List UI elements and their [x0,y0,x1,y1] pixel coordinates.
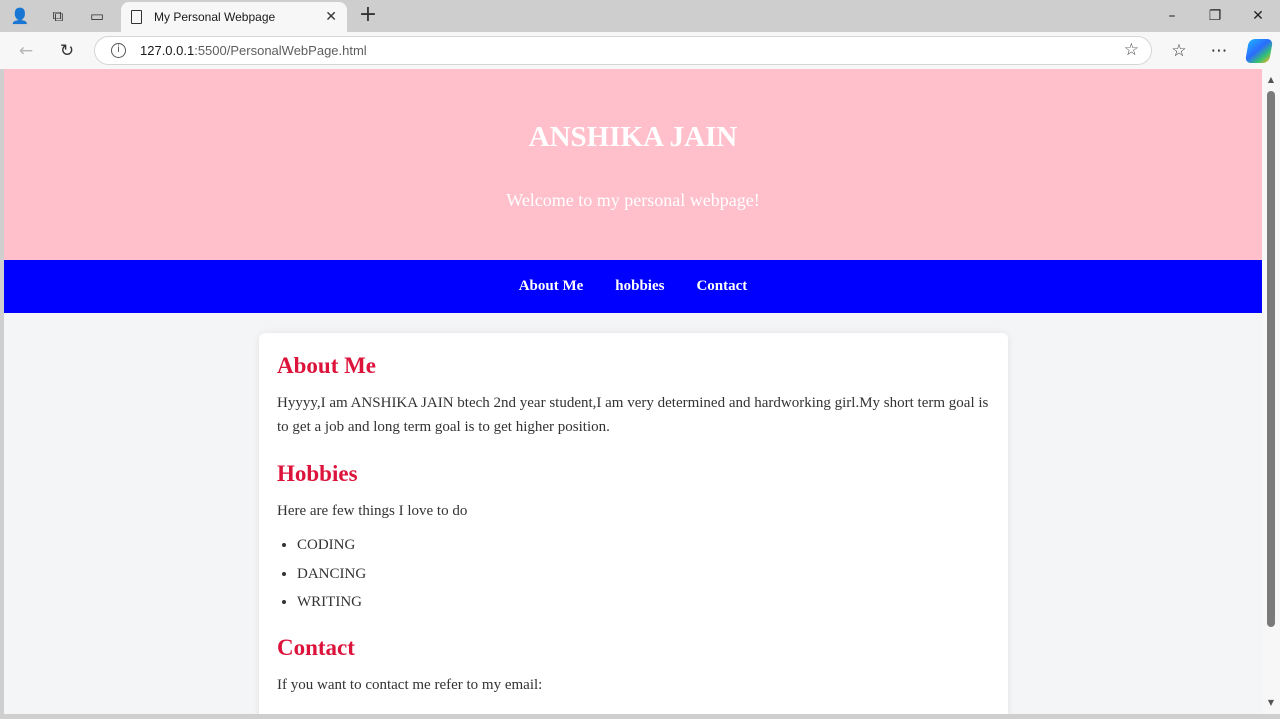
minimize-button[interactable]: – [1150,0,1194,32]
vertical-scrollbar[interactable]: ▲ ▼ [1262,69,1280,714]
hobbies-list: CODING DANCING WRITING [297,531,990,617]
url-host: 127.0.0.1 [140,43,195,58]
scroll-down-arrow-icon[interactable]: ▼ [1266,698,1276,708]
nav-link-hobbies[interactable]: hobbies [615,278,664,295]
contact-heading: Contact [277,634,355,660]
page-viewport: ANSHIKA JAIN Welcome to my personal webp… [4,69,1262,714]
about-section: About Me Hyyyy,I am ANSHIKA JAIN btech 2… [277,353,990,439]
about-heading: About Me [277,353,377,378]
about-text: Hyyyy,I am ANSHIKA JAIN btech 2nd year s… [277,395,989,435]
profile-icon[interactable]: 👤 [8,4,32,28]
page-subtitle: Welcome to my personal webpage! [506,190,760,210]
tab-title: My Personal Webpage [154,10,276,24]
tab-strip: 👤 ⧉ ▭ My Personal Webpage ✕ + – ❐ ✕ [0,0,1280,32]
scroll-up-arrow-icon[interactable]: ▲ [1266,75,1276,85]
main-nav: About Me hobbies Contact [4,260,1262,313]
close-tab-icon[interactable]: ✕ [325,9,337,25]
favorites-icon[interactable]: ☆ [1166,38,1192,64]
browser-toolbar: ← ↻ i 127.0.0.1:5500/PersonalWebPage.htm… [0,32,1280,69]
url-path: :5500/PersonalWebPage.html [194,43,367,58]
page-title: ANSHIKA JAIN [528,121,738,153]
close-window-button[interactable]: ✕ [1236,0,1280,32]
contact-section: Contact If you want to contact me refer … [277,635,990,697]
tab-actions-icon[interactable]: ▭ [85,4,109,28]
page-header: ANSHIKA JAIN Welcome to my personal webp… [4,69,1262,260]
hobby-item: CODING [297,531,990,560]
window-bottom-edge [0,714,1280,719]
more-menu-icon[interactable]: ⋯ [1206,38,1232,64]
content-card: About Me Hyyyy,I am ANSHIKA JAIN btech 2… [259,333,1008,714]
contact-text: If you want to contact me refer to my em… [277,676,543,693]
nav-link-contact[interactable]: Contact [696,278,747,295]
nav-link-about-me[interactable]: About Me [519,278,584,295]
workspaces-icon[interactable]: ⧉ [46,4,70,28]
hobbies-intro: Here are few things I love to do [277,503,468,519]
scroll-thumb[interactable] [1267,91,1275,627]
site-info-icon[interactable]: i [111,43,126,58]
favorite-star-icon[interactable]: ☆ [1124,40,1139,60]
hobby-item: WRITING [297,588,990,617]
back-button[interactable]: ← [13,38,39,64]
address-bar[interactable]: i 127.0.0.1:5500/PersonalWebPage.html ☆ [94,36,1152,65]
new-tab-button[interactable]: + [356,4,380,28]
restore-button[interactable]: ❐ [1193,0,1237,32]
copilot-icon[interactable] [1244,39,1274,63]
page-icon [131,10,142,24]
refresh-button[interactable]: ↻ [54,38,80,64]
hobby-item: DANCING [297,560,990,589]
hobbies-section: Hobbies Here are few things I love to do… [277,461,990,617]
tab-personal-webpage[interactable]: My Personal Webpage ✕ [121,2,347,32]
hobbies-heading: Hobbies [277,461,358,486]
